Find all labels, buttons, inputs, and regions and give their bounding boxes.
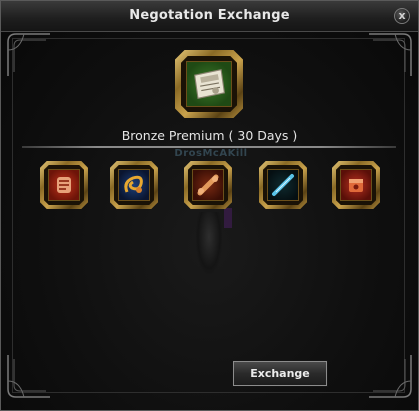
background-character [196, 212, 222, 274]
background-character-cape [224, 208, 232, 228]
window-title: Negotation Exchange [129, 8, 290, 23]
blue-blade-icon [267, 169, 299, 201]
required-item-slot-5[interactable] [332, 161, 380, 209]
corner-ornament-icon [367, 32, 413, 78]
required-item-slot-4[interactable] [259, 161, 307, 209]
close-button[interactable]: x [394, 8, 410, 24]
reward-item-slot[interactable] [175, 50, 243, 118]
required-item-slot-1[interactable] [40, 161, 88, 209]
required-item-slot-3[interactable] [184, 161, 232, 209]
reward-item-name: Bronze Premium ( 30 Days ) [121, 128, 298, 143]
section-divider [22, 146, 396, 148]
red-scroll-icon [48, 169, 80, 201]
premium-ticket-icon [186, 61, 232, 107]
background-character-name: DrosMcAKill [174, 148, 248, 159]
required-item-slot-2[interactable] [110, 161, 158, 209]
orange-bone-icon [192, 169, 224, 201]
golden-rune-icon [118, 169, 150, 201]
corner-ornament-icon [6, 353, 52, 399]
corner-ornament-icon [367, 353, 413, 399]
red-box-icon [340, 169, 372, 201]
corner-ornament-icon [6, 32, 52, 78]
title-bar[interactable]: Negotation Exchange x [1, 1, 418, 32]
exchange-button[interactable]: Exchange [232, 360, 328, 387]
